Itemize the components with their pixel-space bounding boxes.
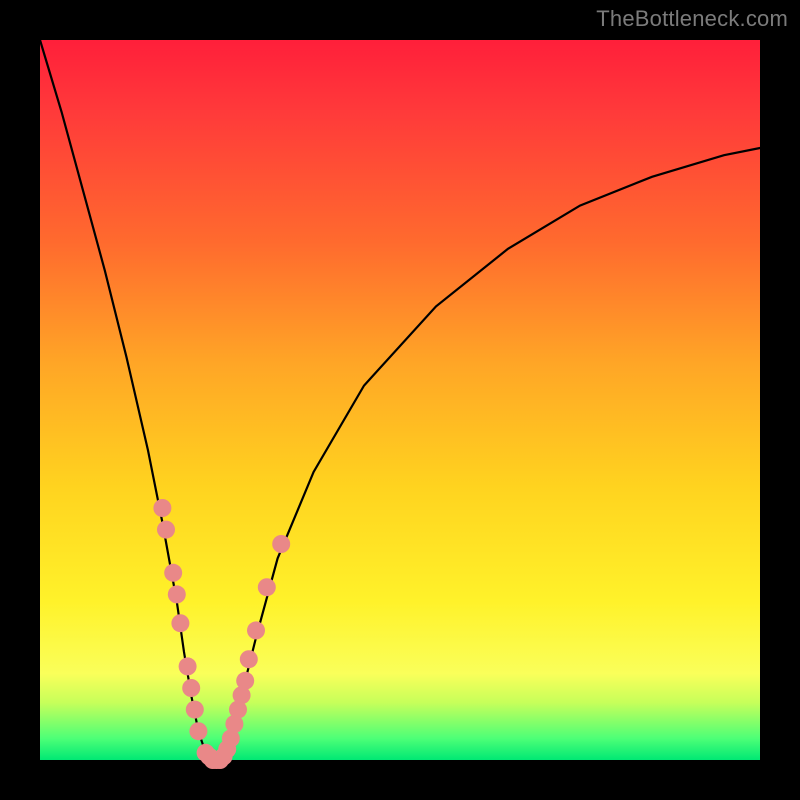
data-marker [272, 535, 290, 553]
data-marker [179, 657, 197, 675]
chart-frame: TheBottleneck.com [0, 0, 800, 800]
data-marker [240, 650, 258, 668]
data-marker [157, 521, 175, 539]
data-marker [247, 621, 265, 639]
watermark-text: TheBottleneck.com [596, 6, 788, 32]
data-marker [258, 578, 276, 596]
data-marker [182, 679, 200, 697]
data-marker [236, 672, 254, 690]
data-marker [189, 722, 207, 740]
data-marker [153, 499, 171, 517]
marker-group [153, 499, 290, 769]
data-marker [171, 614, 189, 632]
bottleneck-curve [40, 40, 760, 760]
curve-layer [40, 40, 760, 760]
data-marker [164, 564, 182, 582]
data-marker [168, 585, 186, 603]
data-marker [186, 701, 204, 719]
plot-area [40, 40, 760, 760]
